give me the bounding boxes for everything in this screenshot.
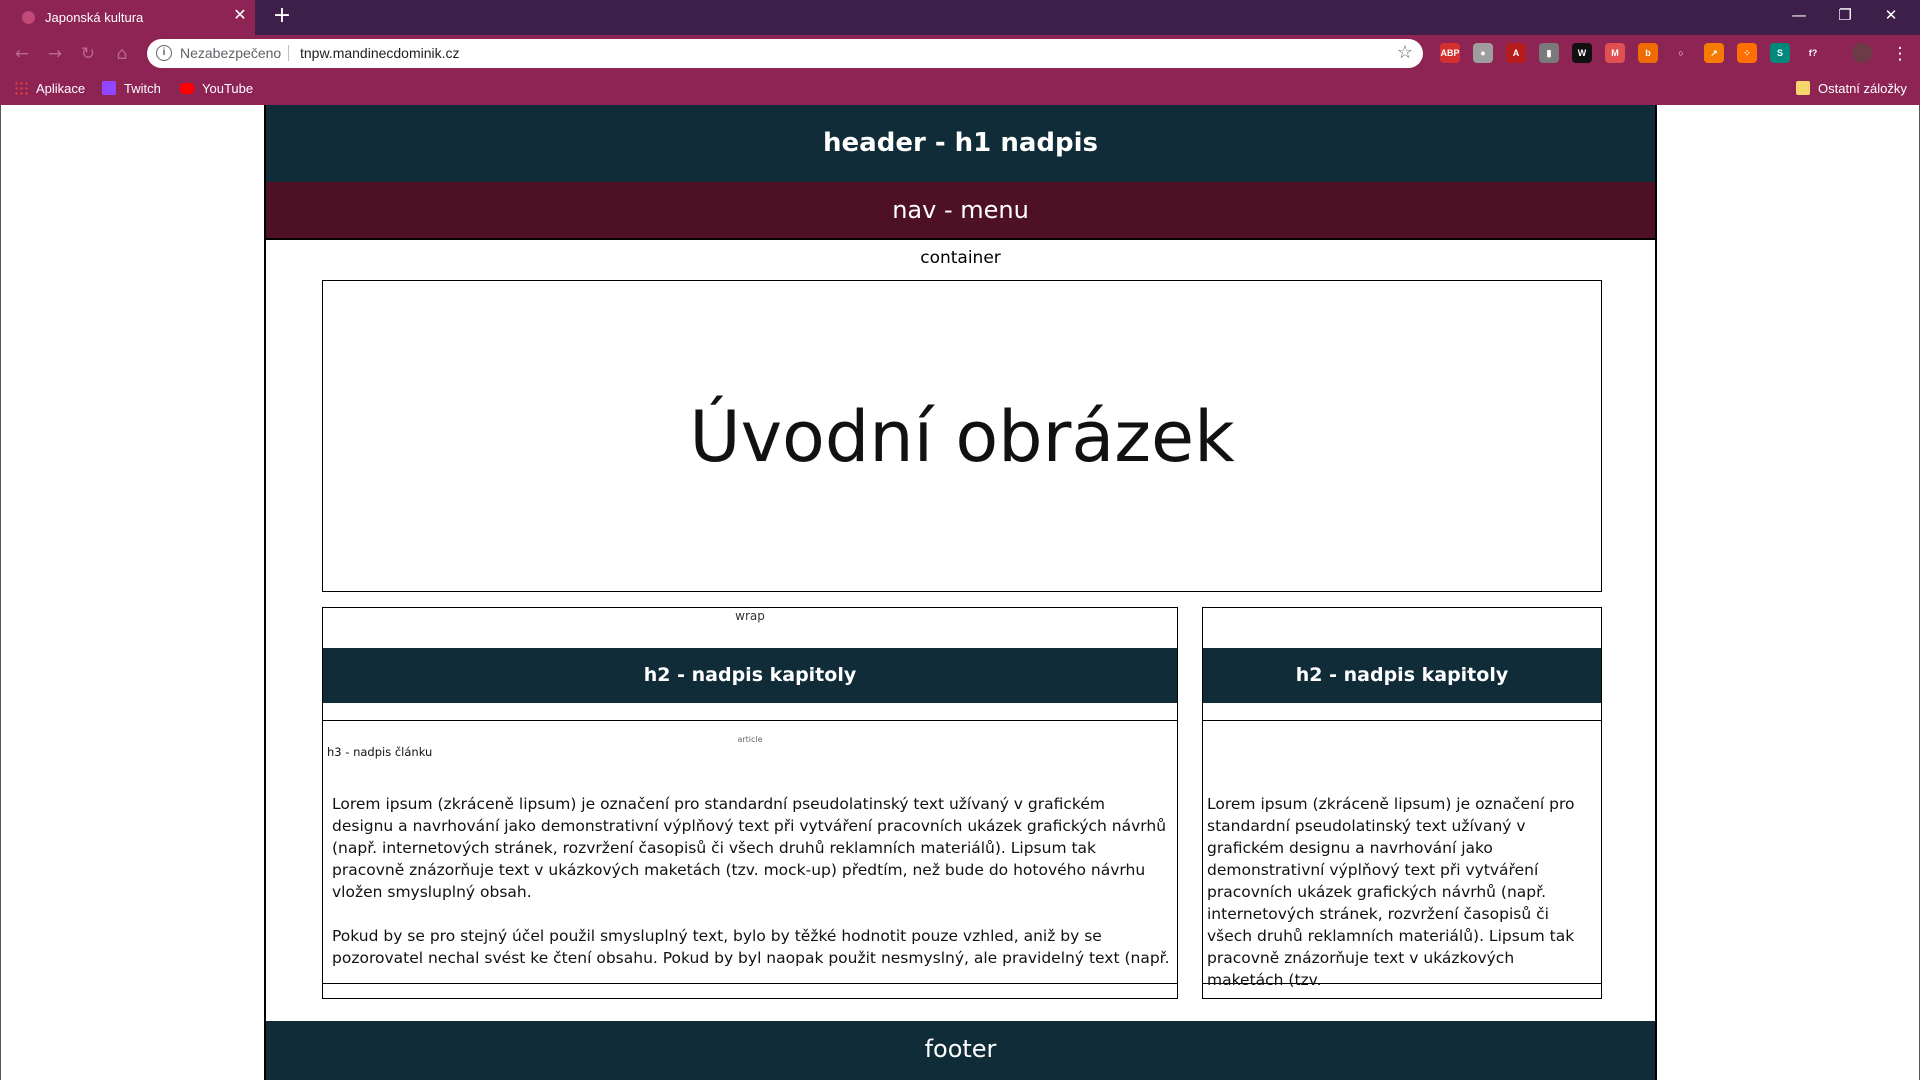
bookmark-label: Twitch bbox=[124, 81, 161, 96]
left-article: article h3 - nadpis článku Lorem ipsum (… bbox=[323, 720, 1177, 984]
bookmarks-bar: Aplikace Twitch YouTube Ostatní záložky bbox=[0, 72, 1920, 105]
page-viewport: header - h1 nadpis nav - menu container … bbox=[0, 105, 1920, 1080]
arrow-extension-icon[interactable]: ↗ bbox=[1704, 43, 1724, 63]
other-bookmarks-label: Ostatní záložky bbox=[1818, 81, 1907, 96]
close-window-button[interactable]: ✕ bbox=[1868, 0, 1914, 30]
right-article: Lorem ipsum (zkráceně lipsum) je označen… bbox=[1203, 720, 1601, 989]
address-bar[interactable]: i Nezabezpečeno tnpw.mandinecdominik.cz … bbox=[147, 39, 1423, 68]
browser-menu-icon[interactable]: ⋮ bbox=[1890, 44, 1910, 64]
bookmark-youtube[interactable]: YouTube bbox=[180, 80, 253, 98]
active-tab[interactable]: Japonská kultura ✕ bbox=[0, 0, 255, 35]
left-wrap: wrap h2 - nadpis kapitoly article h3 - n… bbox=[322, 607, 1178, 999]
bookmark-star-icon[interactable]: ☆ bbox=[1397, 42, 1413, 63]
tab-title: Japonská kultura bbox=[45, 10, 144, 25]
article-heading: h3 - nadpis článku bbox=[327, 745, 433, 759]
forward-button[interactable]: → bbox=[45, 44, 65, 64]
left-chapter-heading: h2 - nadpis kapitoly bbox=[323, 648, 1177, 703]
url-text[interactable]: tnpw.mandinecdominik.cz bbox=[300, 45, 460, 61]
ghost-extension-icon[interactable]: ● bbox=[1473, 43, 1493, 63]
pdf-extension-icon[interactable]: A bbox=[1506, 43, 1526, 63]
article-paragraph-2: Pokud by se pro stejný účel použil smysl… bbox=[332, 927, 1170, 967]
circle-extension-icon[interactable]: ○ bbox=[1671, 43, 1691, 63]
gmail-extension-icon[interactable]: M bbox=[1605, 43, 1625, 63]
tab-strip: Japonská kultura ✕ + — ❐ ✕ bbox=[0, 0, 1920, 35]
right-chapter-heading: h2 - nadpis kapitoly bbox=[1203, 648, 1601, 703]
home-button[interactable]: ⌂ bbox=[112, 44, 132, 64]
clipboard-extension-icon[interactable]: ▮ bbox=[1539, 43, 1559, 63]
w-extension-icon[interactable]: W bbox=[1572, 43, 1592, 63]
article-paragraph-1: Lorem ipsum (zkráceně lipsum) je označen… bbox=[332, 795, 1167, 901]
restore-button[interactable]: ❐ bbox=[1822, 0, 1868, 30]
hero-image-placeholder: Úvodní obrázek bbox=[322, 280, 1602, 592]
tab-close-icon[interactable]: ✕ bbox=[231, 7, 249, 25]
dots-extension-icon[interactable]: ⁘ bbox=[1737, 43, 1757, 63]
site-page: header - h1 nadpis nav - menu container … bbox=[264, 105, 1657, 1080]
reload-button[interactable]: ↻ bbox=[78, 44, 98, 64]
wrap-label: wrap bbox=[735, 609, 765, 623]
adblock-plus-icon[interactable]: ABP bbox=[1440, 43, 1460, 63]
formula-extension-icon[interactable]: f? bbox=[1803, 43, 1823, 63]
bookmark-aplikace[interactable]: Aplikace bbox=[14, 80, 85, 98]
profile-avatar[interactable] bbox=[1852, 43, 1872, 63]
other-bookmarks[interactable]: Ostatní záložky bbox=[1796, 80, 1907, 98]
site-nav-menu[interactable]: nav - menu bbox=[266, 182, 1655, 240]
site-info-icon[interactable]: i bbox=[156, 45, 172, 61]
site-header: header - h1 nadpis bbox=[266, 105, 1655, 182]
new-tab-button[interactable]: + bbox=[270, 5, 294, 29]
back-button[interactable]: ← bbox=[12, 44, 32, 64]
twitch-icon bbox=[102, 81, 116, 95]
site-footer: footer bbox=[266, 1021, 1655, 1080]
address-divider bbox=[288, 45, 289, 61]
youtube-icon bbox=[180, 83, 194, 94]
folder-icon bbox=[1796, 81, 1810, 95]
article-paragraph-1: Lorem ipsum (zkráceně lipsum) je označen… bbox=[1207, 795, 1575, 989]
page-favicon-icon bbox=[22, 11, 35, 24]
right-wrap: h2 - nadpis kapitoly Lorem ipsum (zkráce… bbox=[1202, 607, 1602, 999]
bookmark-label: YouTube bbox=[202, 81, 254, 96]
container-label: container bbox=[920, 248, 1001, 268]
bookmark-label: Aplikace bbox=[36, 81, 86, 96]
apps-grid-icon bbox=[14, 81, 28, 95]
browser-toolbar: ← → ↻ ⌂ i Nezabezpečeno tnpw.mandinecdom… bbox=[0, 35, 1920, 72]
article-label: article bbox=[737, 735, 763, 744]
b-extension-icon[interactable]: b bbox=[1638, 43, 1658, 63]
bookmark-twitch[interactable]: Twitch bbox=[102, 80, 161, 98]
minimize-button[interactable]: — bbox=[1776, 0, 1822, 30]
security-status: Nezabezpečeno bbox=[180, 45, 282, 61]
s-extension-icon[interactable]: S bbox=[1770, 43, 1790, 63]
